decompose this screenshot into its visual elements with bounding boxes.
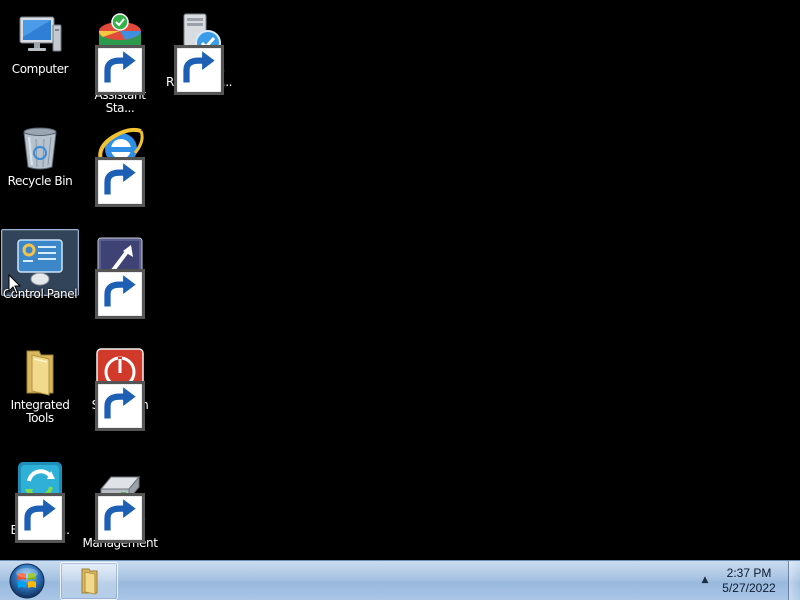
shortcut-arrow-icon <box>95 381 145 431</box>
taskbar-windows-explorer-button[interactable] <box>60 562 118 600</box>
internet-explorer-icon <box>95 123 145 207</box>
desktop-icon-shutdown[interactable]: Shutdown <box>81 340 159 440</box>
desktop-icon-recycle-bin[interactable]: Recycle Bin <box>1 116 79 216</box>
control-panel-icon <box>15 236 65 286</box>
clock-time: 2:37 PM <box>726 566 772 580</box>
reboot-icon <box>95 235 145 319</box>
disk-drive-icon <box>95 459 145 543</box>
desktop-icon-control-panel[interactable]: Control Panel <box>1 229 79 301</box>
computer-icon <box>15 11 65 61</box>
start-button[interactable] <box>5 562 49 600</box>
desktop-icon-label: Recycle Bin <box>7 174 73 188</box>
desktop-icon-aomei-partition-assistant[interactable]: AOMEI Partition Assistant Sta... <box>81 4 159 115</box>
show-desktop-button[interactable] <box>788 561 800 600</box>
desktop: Computer Recycle Bin Control Panel Integ… <box>0 0 800 560</box>
aomei-partition-assistant-icon <box>95 11 145 95</box>
shortcut-arrow-icon <box>95 493 145 543</box>
power-icon <box>95 347 145 431</box>
clock-date: 5/27/2022 <box>722 581 776 595</box>
taskbar: ▲ 2:37 PM 5/27/2022 <box>0 560 800 600</box>
desktop-icon-internet-browser[interactable]: Internet Browser <box>81 116 159 216</box>
shortcut-arrow-icon <box>174 45 224 95</box>
taskbar-clock[interactable]: 2:37 PM 5/27/2022 <box>716 566 782 596</box>
recycle-bin-icon <box>15 123 65 173</box>
folder-icon <box>81 568 98 595</box>
desktop-icon-label: Integrated Tools <box>10 398 70 425</box>
shortcut-arrow-icon <box>95 269 145 319</box>
desktop-icon-reboot[interactable]: Reboot <box>81 228 159 328</box>
desktop-icon-label: Control Panel <box>2 287 78 301</box>
desktop-icon-integrated-tools[interactable]: Integrated Tools <box>1 340 79 440</box>
desktop-icon-windows-disk-management[interactable]: Windows Disk Management <box>81 452 159 552</box>
windows-start-orb-icon <box>9 563 45 599</box>
desktop-icon-windows-recovery[interactable]: Windows Recovery ... <box>160 4 238 104</box>
shortcut-arrow-icon <box>95 157 145 207</box>
shortcut-arrow-icon <box>15 493 65 543</box>
show-hidden-icons-button[interactable]: ▲ <box>698 573 712 587</box>
folder-icon <box>15 347 65 397</box>
windows-recovery-icon <box>174 11 224 95</box>
chevron-up-icon: ▲ <box>701 575 709 585</box>
desktop-icon-aomei-backupper[interactable]: AOMEI Backupp... <box>1 452 79 552</box>
shortcut-arrow-icon <box>95 45 145 95</box>
desktop-icon-label: Computer <box>11 62 69 76</box>
aomei-backupper-icon <box>15 459 65 543</box>
desktop-icon-computer[interactable]: Computer <box>1 4 79 104</box>
